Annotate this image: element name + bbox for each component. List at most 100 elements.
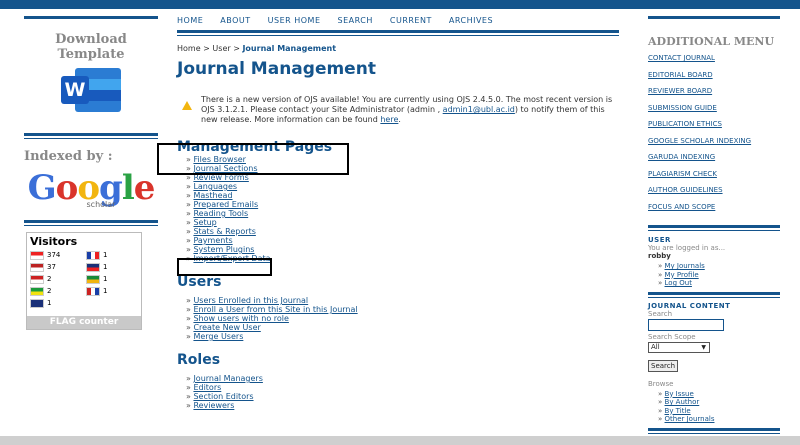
divider — [648, 291, 780, 295]
merge-users-link[interactable]: Merge Users — [193, 332, 243, 341]
page-title: Journal Management — [177, 59, 376, 79]
additional-menu-title: ADDITIONAL MENU — [648, 35, 775, 48]
visitor-count: 2 — [47, 287, 52, 295]
visitor-row: 2 — [30, 286, 86, 296]
user-block-title: USER — [648, 236, 671, 244]
my-journals-link[interactable]: My Journals — [665, 262, 705, 270]
languages-link[interactable]: Languages — [193, 182, 237, 191]
reading-tools-link[interactable]: Reading Tools — [193, 209, 248, 218]
search-scope-label: Search Scope — [648, 332, 696, 341]
indexed-by-title: Indexed by : — [24, 149, 113, 164]
my-profile-link[interactable]: My Profile — [665, 271, 699, 279]
users-enrolled-in-this-journal-link[interactable]: Users Enrolled in this Journal — [193, 296, 308, 305]
show-users-with-no-role-link[interactable]: Show users with no role — [193, 314, 288, 323]
list-item: Setup — [186, 218, 619, 227]
menu-garuda-indexing[interactable]: GARUDA INDEXING — [648, 153, 780, 170]
top-nav: HOME ABOUT USER HOME SEARCH CURRENT ARCH… — [177, 16, 619, 30]
flag-icon — [86, 262, 100, 272]
breadcrumb-home[interactable]: Home — [177, 44, 201, 53]
nav-current[interactable]: CURRENT — [390, 16, 432, 30]
word-icon[interactable]: W — [61, 68, 121, 112]
menu-google-scholar-indexing[interactable]: GOOGLE SCHOLAR INDEXING — [648, 137, 780, 154]
nav-search[interactable]: SEARCH — [338, 16, 373, 30]
divider — [648, 296, 780, 298]
list-item: Reading Tools — [186, 209, 619, 218]
list-item: Prepared Emails — [186, 200, 619, 209]
create-new-user-link[interactable]: Create New User — [193, 323, 260, 332]
breadcrumb-current[interactable]: Journal Management — [242, 44, 336, 53]
here-link[interactable]: here — [380, 115, 398, 124]
browse-links: By Issue By Author By Title Other Journa… — [658, 390, 780, 424]
visitor-row: 1 — [86, 250, 136, 260]
browse-by-title-link[interactable]: By Title — [665, 407, 691, 415]
stats-reports-link[interactable]: Stats & Reports — [193, 227, 255, 236]
flag-icon — [30, 286, 44, 296]
prepared-emails-link[interactable]: Prepared Emails — [193, 200, 258, 209]
visitors-title: Visitors — [30, 235, 78, 248]
section-editors-link[interactable]: Section Editors — [193, 392, 253, 401]
user-links: My Journals My Profile Log Out — [658, 262, 780, 288]
roles-links: Journal ManagersEditorsSection EditorsRe… — [186, 374, 619, 410]
browse-by-author-link[interactable]: By Author — [665, 398, 700, 406]
admin-email-link[interactable]: admin1@ubl.ac.id — [443, 105, 515, 114]
flag-icon — [30, 298, 44, 308]
visitor-count: 1 — [103, 287, 108, 295]
chevron-down-icon: ▼ — [701, 343, 706, 351]
nav-archives[interactable]: ARCHIVES — [449, 16, 493, 30]
main-content: HOME ABOUT USER HOME SEARCH CURRENT ARCH… — [177, 16, 619, 410]
update-notice: There is a new version of OJS available!… — [177, 95, 619, 125]
nav-home[interactable]: HOME — [177, 16, 203, 30]
browse-label: Browse — [648, 379, 674, 388]
other-journals-link[interactable]: Other Journals — [665, 415, 715, 423]
search-scope-select[interactable]: All ▼ — [648, 341, 710, 353]
divider — [648, 432, 780, 434]
log-out-link[interactable]: Log Out — [665, 279, 692, 287]
additional-menu: CONTACT JOURNAL EDITORIAL BOARD REVIEWER B… — [648, 54, 780, 219]
highlight-management-pages — [157, 143, 349, 175]
editors-link[interactable]: Editors — [193, 383, 221, 392]
list-item: Stats & Reports — [186, 227, 619, 236]
enroll-a-user-from-this-site-in-this-journal-link[interactable]: Enroll a User from this Site in this Jou… — [193, 305, 357, 314]
list-item: Languages — [186, 182, 619, 191]
setup-link[interactable]: Setup — [193, 218, 216, 227]
menu-focus-and-scope[interactable]: FOCUS AND SCOPE — [648, 203, 780, 220]
nav-about[interactable]: ABOUT — [220, 16, 250, 30]
menu-plagiarism-check[interactable]: PLAGIARISM CHECK — [648, 170, 780, 187]
flag-icon — [86, 286, 100, 296]
download-template-title: Download Template — [55, 32, 127, 62]
flag-counter-badge[interactable]: FLAG counter — [27, 316, 141, 329]
journal-managers-link[interactable]: Journal Managers — [193, 374, 262, 383]
visitor-count: 1 — [103, 275, 108, 283]
divider — [177, 30, 619, 33]
search-input[interactable] — [648, 318, 724, 331]
nav-user-home[interactable]: USER HOME — [268, 16, 321, 30]
reviewers-link[interactable]: Reviewers — [193, 401, 234, 410]
system-plugins-link[interactable]: System Plugins — [193, 245, 254, 254]
search-button[interactable]: Search — [648, 359, 679, 372]
logged-in-text: You are logged in as... — [648, 244, 726, 252]
menu-contact-journal[interactable]: CONTACT JOURNAL — [648, 54, 780, 71]
section-title-users: Users — [177, 274, 222, 290]
visitor-row: 1 — [86, 262, 136, 272]
menu-submission-guide[interactable]: SUBMISSION GUIDE — [648, 104, 780, 121]
browse-by-issue-link[interactable]: By Issue — [665, 390, 694, 398]
menu-editorial-board[interactable]: EDITORIAL BOARD — [648, 71, 780, 88]
menu-author-guidelines[interactable]: AUTHOR GUIDELINES — [648, 186, 780, 203]
list-item: Masthead — [186, 191, 619, 200]
top-bar — [0, 0, 800, 9]
section-title-roles: Roles — [177, 352, 221, 368]
breadcrumb-user[interactable]: User — [212, 44, 230, 53]
list-item: Editors — [186, 383, 619, 392]
visitor-row: 1 — [86, 286, 136, 296]
visitor-row: 1 — [30, 298, 86, 308]
masthead-link[interactable]: Masthead — [193, 191, 232, 200]
menu-publication-ethics[interactable]: PUBLICATION ETHICS — [648, 120, 780, 137]
visitor-count: 1 — [47, 299, 52, 307]
payments-link[interactable]: Payments — [193, 236, 232, 245]
list-item: Merge Users — [186, 332, 619, 341]
visitor-count: 374 — [47, 251, 61, 259]
menu-reviewer-board[interactable]: REVIEWER BOARD — [648, 87, 780, 104]
visitors-grid: 374 1 37 1 2 1 2 1 1 — [30, 250, 138, 308]
visitors-widget[interactable]: Visitors 374 1 37 1 2 1 2 1 1 FLAG counter — [26, 232, 142, 330]
list-item: Show users with no role — [186, 314, 619, 323]
